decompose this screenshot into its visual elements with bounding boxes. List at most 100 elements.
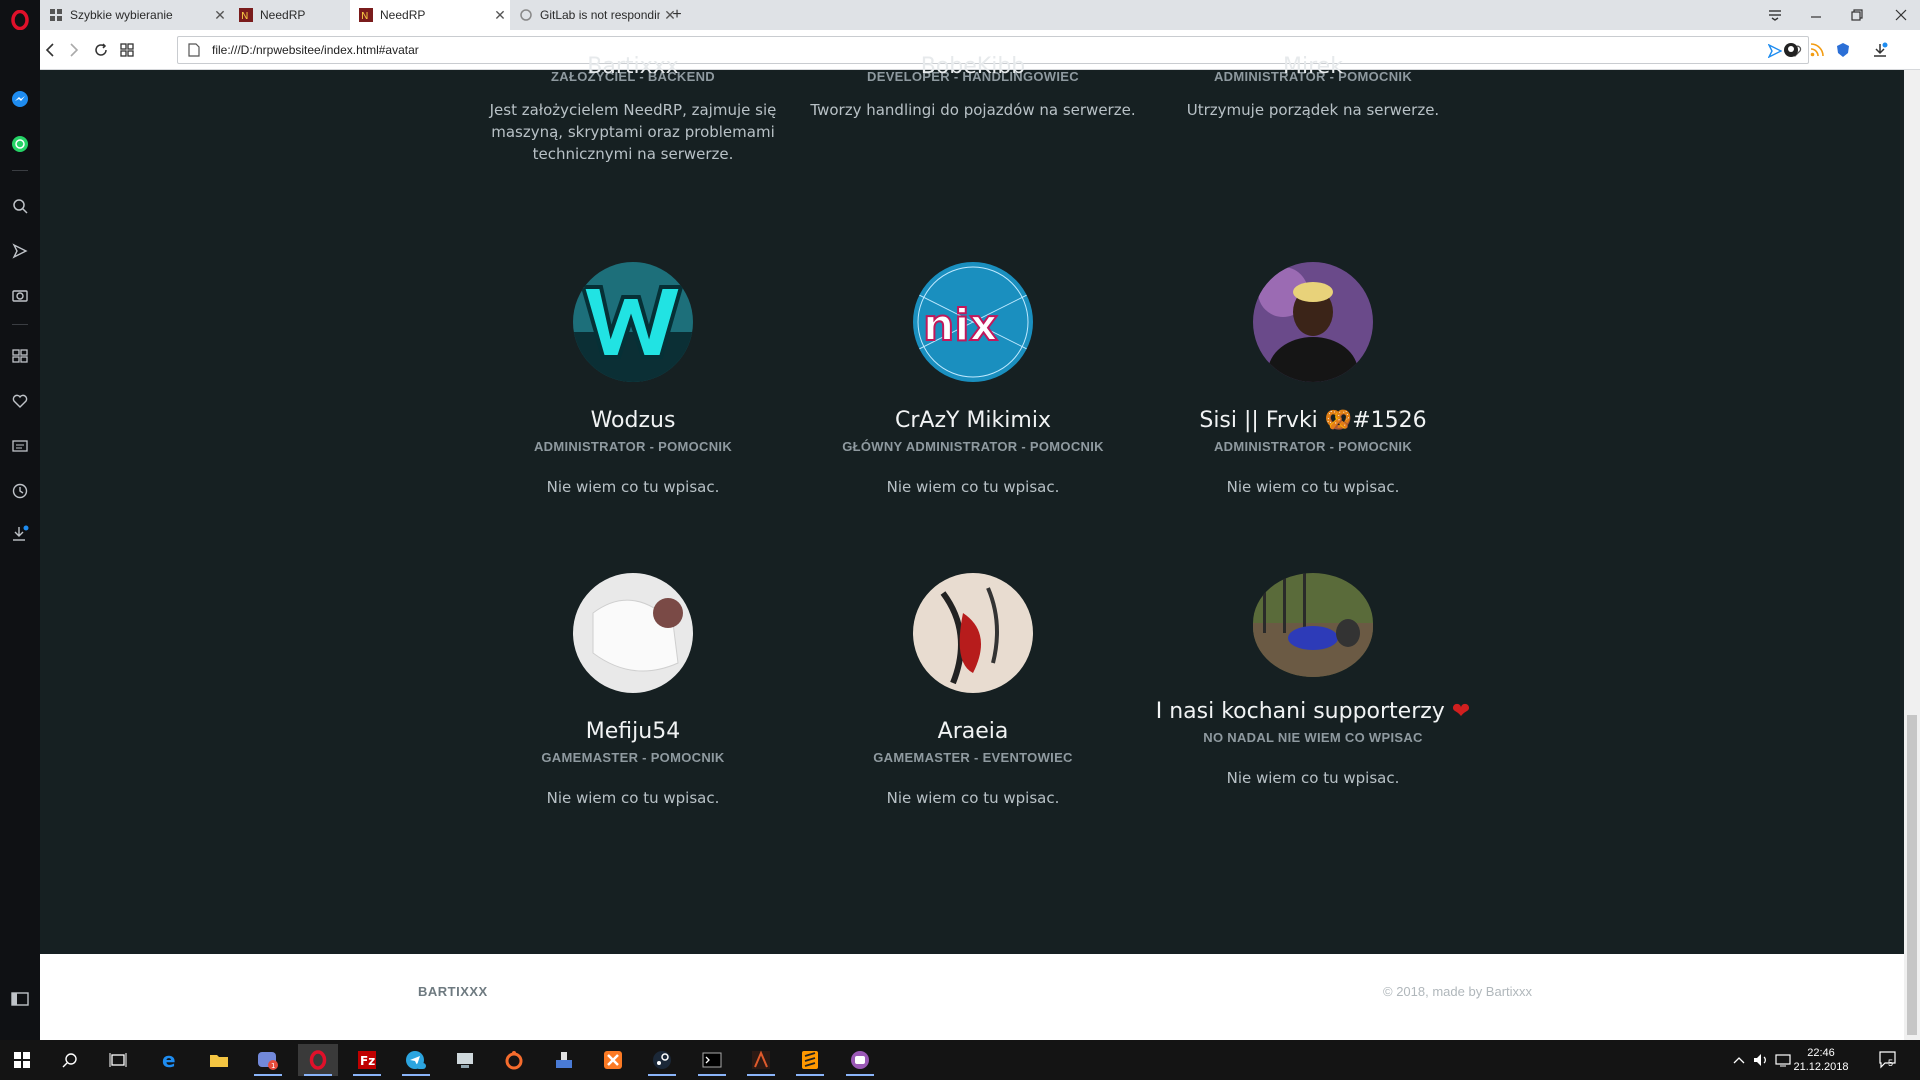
member-name: Wodzus xyxy=(590,408,676,433)
telegram-icon[interactable] xyxy=(396,1044,436,1076)
sublime-text-icon[interactable] xyxy=(790,1044,830,1076)
member-name-cut: Bartixxx xyxy=(587,54,679,74)
task-view-icon[interactable] xyxy=(98,1044,138,1076)
site-footer: BARTIXXX © 2018, made by Bartixxx xyxy=(40,954,1904,1040)
pretzel-icon: 🥨 xyxy=(1324,408,1353,433)
new-tab-icon[interactable]: + xyxy=(666,5,688,25)
member-desc: Nie wiem co tu wpisac. xyxy=(1226,478,1400,496)
search-icon[interactable] xyxy=(8,194,32,218)
action-center-icon[interactable]: 5 xyxy=(1878,1050,1900,1070)
member-name-suffix: #1526 xyxy=(1352,408,1427,433)
member-role: GŁÓWNY ADMINISTRATOR - POMOCNIK xyxy=(842,439,1104,454)
opera-sidebar xyxy=(0,0,40,1040)
tab-title: Szybkie wybieranie xyxy=(70,8,173,22)
svg-text:N: N xyxy=(241,11,248,22)
member-name: Sisi || Frvki 🥨#1526 xyxy=(1133,406,1493,436)
messenger-icon[interactable] xyxy=(8,87,32,111)
member-name-main: I nasi kochani supporterzy xyxy=(1155,699,1445,724)
taskbar-clock[interactable]: 22:46 21.12.2018 xyxy=(1793,1046,1849,1074)
needrp-favicon-icon: N xyxy=(239,8,253,22)
volume-icon[interactable] xyxy=(1752,1050,1770,1070)
avatar xyxy=(1253,262,1373,382)
xampp-icon[interactable] xyxy=(593,1044,633,1076)
team-card-supporters: I nasi kochani supporterzy ❤ NO NADAL NI… xyxy=(1133,573,1493,789)
minimize-icon[interactable] xyxy=(1805,5,1827,25)
send-icon[interactable] xyxy=(8,239,32,263)
vpn-extension-icon[interactable] xyxy=(1833,40,1853,60)
speed-dial-icon[interactable] xyxy=(8,344,32,368)
restore-icon[interactable] xyxy=(1846,5,1868,25)
rss-icon[interactable] xyxy=(1807,40,1827,60)
page-scrollbar[interactable] xyxy=(1904,70,1920,1040)
tray-expand-icon[interactable] xyxy=(1730,1050,1748,1070)
forward-icon[interactable] xyxy=(64,40,84,60)
reload-icon[interactable] xyxy=(91,40,111,60)
game-app-icon[interactable] xyxy=(741,1044,781,1076)
windows-start-icon[interactable] xyxy=(2,1044,42,1076)
discord-icon[interactable]: 1 xyxy=(248,1044,288,1076)
chat-app-icon[interactable] xyxy=(840,1044,880,1076)
close-window-icon[interactable] xyxy=(1890,5,1912,25)
filezilla-icon[interactable]: Fz xyxy=(347,1044,387,1076)
windows-taskbar: e 1 Fz 22:46 21.12.2018 5 xyxy=(0,1040,1920,1080)
history-icon[interactable] xyxy=(8,479,32,503)
tab-bar: Szybkie wybieranie ✕ N NeedRP ✕ N NeedRP… xyxy=(40,0,1920,30)
opera-logo-icon[interactable] xyxy=(8,8,32,32)
back-icon[interactable] xyxy=(40,40,60,60)
network-app-icon[interactable] xyxy=(445,1044,485,1076)
team-card-araeia: Araeia GAMEMASTER - EVENTOWIEC Nie wiem … xyxy=(793,573,1153,809)
tab-speed-dial[interactable]: Szybkie wybieranie ✕ xyxy=(40,0,230,30)
tab-gitlab[interactable]: GitLab is not responding ( ✕ xyxy=(510,0,680,30)
download-icon[interactable] xyxy=(1870,40,1890,60)
opera-taskbar-icon[interactable] xyxy=(298,1044,338,1076)
avatar xyxy=(573,262,693,382)
url-text: file:///D:/nrpwebsitee/index.html#avatar xyxy=(212,43,419,57)
tab-needrp-2[interactable]: N NeedRP ✕ xyxy=(350,0,510,30)
steam-icon[interactable] xyxy=(642,1044,682,1076)
svg-text:nix: nix xyxy=(923,300,998,351)
origin-icon[interactable] xyxy=(494,1044,534,1076)
avatar xyxy=(573,573,693,693)
clock-date: 21.12.2018 xyxy=(1793,1061,1849,1073)
news-icon[interactable] xyxy=(8,434,32,458)
network-icon[interactable] xyxy=(1774,1050,1792,1070)
footer-brand[interactable]: BARTIXXX xyxy=(418,984,488,999)
team-card-top-2: BobeKibb DEVELOPER - HANDLINGOWIEC Tworz… xyxy=(793,54,1153,121)
cortana-search-icon[interactable] xyxy=(50,1044,90,1076)
member-role: NO NADAL NIE WIEM CO WPISAC xyxy=(1203,730,1423,745)
downloads-icon[interactable] xyxy=(8,522,32,546)
member-role: GAMEMASTER - EVENTOWIEC xyxy=(873,750,1073,765)
send-to-flow-icon[interactable] xyxy=(1768,44,1782,58)
whatsapp-icon[interactable] xyxy=(8,132,32,156)
sidebar-toggle-icon[interactable] xyxy=(8,987,32,1011)
close-tab-icon[interactable]: ✕ xyxy=(490,7,510,24)
team-card-top-3: Mirek ADMINISTRATOR - POMOCNIK Utrzymuje… xyxy=(1133,54,1493,121)
scrollbar-thumb[interactable] xyxy=(1907,715,1917,1035)
file-explorer-icon[interactable] xyxy=(199,1044,239,1076)
terminal-icon[interactable] xyxy=(692,1044,732,1076)
team-card-top-1: Bartixxx ZAŁOŻYCIEL - BACKEND Jest założ… xyxy=(453,54,813,165)
member-desc: Nie wiem co tu wpisac. xyxy=(546,789,720,807)
member-name: CrAzY Mikimix xyxy=(895,408,1051,433)
avatar xyxy=(913,573,1033,693)
loading-spinner-icon xyxy=(520,9,532,21)
member-desc: Jest założycielem NeedRP, zajmuje się ma… xyxy=(489,101,777,163)
edge-icon[interactable]: e xyxy=(150,1044,190,1076)
tab-grid-icon[interactable] xyxy=(117,40,137,60)
network-tool-icon[interactable] xyxy=(544,1044,584,1076)
heart-icon[interactable] xyxy=(8,389,32,413)
svg-text:1: 1 xyxy=(271,1062,275,1070)
tab-title: NeedRP xyxy=(380,8,426,22)
footer-copyright: © 2018, made by Bartixxx xyxy=(1383,984,1533,999)
member-name: I nasi kochani supporterzy ❤ xyxy=(1133,697,1493,727)
notification-count: 5 xyxy=(1888,1058,1894,1068)
team-card-sisi: Sisi || Frvki 🥨#1526 ADMINISTRATOR - POM… xyxy=(1133,262,1493,498)
tab-menu-icon[interactable] xyxy=(1764,5,1786,25)
github-extension-icon[interactable] xyxy=(1781,40,1801,60)
tab-title: GitLab is not responding ( xyxy=(540,8,660,22)
camera-icon[interactable] xyxy=(8,283,32,307)
clock-time: 22:46 xyxy=(1807,1047,1835,1059)
close-tab-icon[interactable]: ✕ xyxy=(210,7,230,24)
member-name-cut: Mirek xyxy=(1283,54,1343,74)
team-card-mikimix: nix CrAzY Mikimix GŁÓWNY ADMINISTRATOR -… xyxy=(793,262,1153,498)
